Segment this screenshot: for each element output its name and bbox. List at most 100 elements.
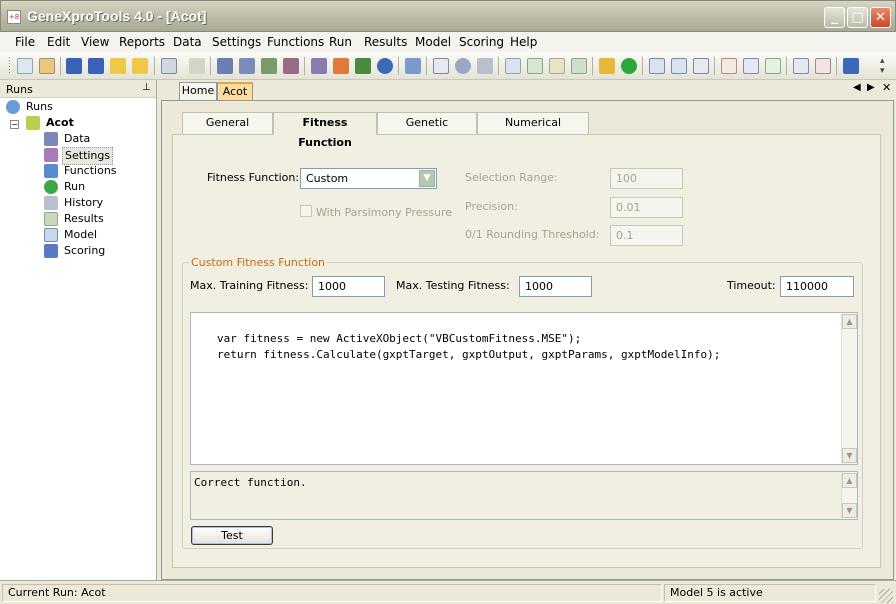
code-editor[interactable]: var fitness = new ActiveXObject("VBCusto… [190, 312, 858, 465]
menu-data[interactable]: Data [173, 35, 202, 49]
chevron-down-icon[interactable]: ▼ [419, 170, 435, 187]
max-training-field[interactable]: 1000 [312, 276, 385, 297]
menu-results[interactable]: Results [364, 35, 407, 49]
start-run-icon[interactable] [405, 58, 421, 74]
scroll-down-icon[interactable]: ▼ [842, 503, 857, 518]
menu-file[interactable]: File [15, 35, 35, 49]
menu-reports[interactable]: Reports [119, 35, 165, 49]
tree-item-model[interactable]: Model [44, 227, 144, 243]
training-icon[interactable] [261, 58, 277, 74]
menu-edit[interactable]: Edit [47, 35, 70, 49]
tree-item-functions[interactable]: Functions [44, 163, 144, 179]
maximize-icon: □ [851, 10, 864, 25]
rounding-threshold-field[interactable]: 0.1 [610, 225, 683, 246]
table-icon[interactable] [505, 58, 521, 74]
new-icon[interactable] [17, 58, 33, 74]
selection-range-field[interactable]: 100 [610, 168, 683, 189]
tab-general-settings[interactable]: General Settings [182, 112, 273, 149]
resize-grip[interactable] [879, 589, 893, 603]
constants-icon[interactable] [377, 58, 393, 74]
collapse-icon[interactable]: − [10, 120, 19, 129]
scoring-icon[interactable] [843, 58, 859, 74]
close-document-icon[interactable]: ✕ [882, 81, 891, 94]
tree-item-run[interactable]: Run [44, 179, 144, 195]
tab-genetic-operators[interactable]: Genetic Operators [377, 112, 477, 149]
app-icon[interactable]: +8 [7, 10, 21, 24]
dataset-icon[interactable] [239, 58, 255, 74]
javascript-icon[interactable] [815, 58, 831, 74]
open-project-icon[interactable] [39, 58, 55, 74]
testing-icon[interactable] [283, 58, 299, 74]
history-icon[interactable] [477, 58, 493, 74]
output-box[interactable]: Correct function. ▲ ▼ [190, 471, 858, 520]
settings-icon[interactable] [311, 58, 327, 74]
tab-home[interactable]: Home [179, 82, 217, 100]
tab-scroll-right-icon[interactable]: ▶ [867, 82, 875, 93]
tree-item-history[interactable]: History [44, 195, 144, 211]
max-testing-field[interactable]: 1000 [519, 276, 592, 297]
data-icon[interactable] [217, 58, 233, 74]
scroll-up-icon[interactable]: ▲ [842, 314, 857, 329]
chart-icon[interactable] [527, 58, 543, 74]
toolbar-overflow-icon[interactable]: ▴ ▾ [880, 56, 885, 76]
menu-view[interactable]: View [81, 35, 109, 49]
model-icon[interactable] [649, 58, 665, 74]
scroll-down-icon[interactable]: ▼ [842, 448, 857, 463]
c-code-icon[interactable] [743, 58, 759, 74]
tree-item-data[interactable]: Data [44, 131, 144, 147]
tree-label: Run [64, 180, 86, 193]
minimize-icon: _ [831, 10, 838, 25]
copy-icon[interactable] [161, 58, 177, 74]
save-icon[interactable] [66, 58, 82, 74]
close-button[interactable]: ✕ [870, 7, 891, 28]
test-button[interactable]: Test [191, 526, 273, 545]
tab-acot[interactable]: Acot [217, 82, 253, 100]
model-icon [44, 228, 58, 242]
open-folder-icon[interactable] [132, 58, 148, 74]
brush-icon[interactable] [599, 58, 615, 74]
tree-icon[interactable] [671, 58, 687, 74]
settings-icon [44, 148, 58, 162]
operators-icon[interactable] [355, 58, 371, 74]
pin-icon[interactable]: ⊥ [142, 82, 151, 93]
text-icon[interactable] [693, 58, 709, 74]
code-icon[interactable] [721, 58, 737, 74]
add-icon[interactable] [621, 58, 637, 74]
save-as-icon[interactable] [88, 58, 104, 74]
grid-icon[interactable] [549, 58, 565, 74]
toolbar-grip[interactable] [9, 57, 10, 75]
menu-settings[interactable]: Settings [212, 35, 261, 49]
fortran-icon[interactable] [793, 58, 809, 74]
output-scrollbar[interactable]: ▲ ▼ [841, 472, 857, 519]
menu-run[interactable]: Run [329, 35, 352, 49]
minimize-button[interactable]: _ [824, 7, 845, 28]
code-scrollbar[interactable]: ▲ ▼ [841, 313, 857, 464]
csharp-code-icon[interactable] [765, 58, 781, 74]
report-icon[interactable] [433, 58, 449, 74]
results-icon [44, 212, 58, 226]
functions-icon[interactable] [333, 58, 349, 74]
gear-icon[interactable] [455, 58, 471, 74]
tree-label: Scoring [64, 244, 106, 257]
maximize-button[interactable]: □ [847, 7, 868, 28]
precision-field[interactable]: 0.01 [610, 197, 683, 218]
tree-item-scoring[interactable]: Scoring [44, 243, 144, 259]
graph-icon[interactable] [571, 58, 587, 74]
tab-fitness-function[interactable]: Fitness Function [273, 112, 377, 149]
paste-icon[interactable] [189, 58, 205, 74]
tree-item-settings[interactable]: Settings [44, 147, 144, 165]
parsimony-label: With Parsimony Pressure [316, 206, 453, 219]
menu-functions[interactable]: Functions [267, 35, 324, 49]
menu-scoring[interactable]: Scoring [459, 35, 504, 49]
tab-numerical-constants[interactable]: Numerical Constants [477, 112, 589, 149]
menu-help[interactable]: Help [510, 35, 537, 49]
folder-icon[interactable] [110, 58, 126, 74]
fitness-function-select[interactable]: Custom ▼ [300, 168, 437, 189]
timeout-field[interactable]: 110000 [780, 276, 854, 297]
scroll-up-icon[interactable]: ▲ [842, 473, 857, 488]
menu-model[interactable]: Model [415, 35, 451, 49]
tab-scroll-left-icon[interactable]: ◀ [853, 82, 861, 93]
parsimony-checkbox[interactable] [300, 205, 312, 217]
tree-item-results[interactable]: Results [44, 211, 144, 227]
tree-label: History [64, 196, 104, 209]
